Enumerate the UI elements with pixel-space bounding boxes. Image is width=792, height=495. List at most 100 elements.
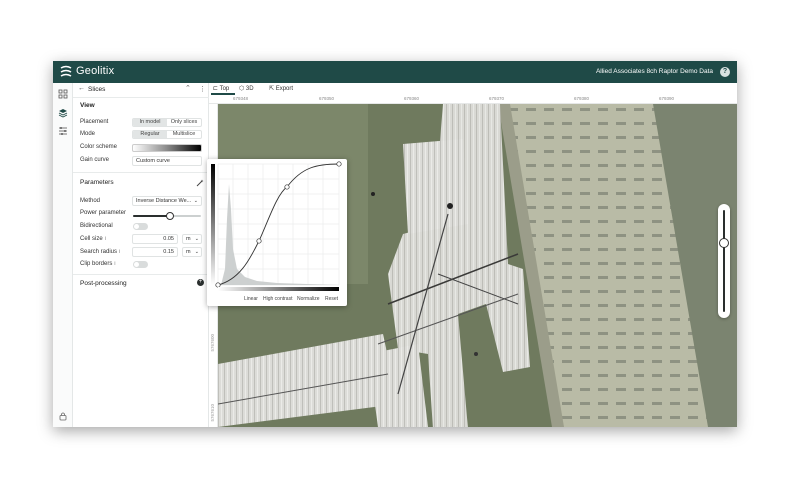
clip-borders-toggle[interactable] <box>133 261 148 268</box>
curve-histogram <box>221 184 339 285</box>
curve-normalize-button[interactable]: Normalize <box>297 296 320 302</box>
post-processing-heading: Post-processing <box>80 280 127 287</box>
title-bar: Geolitix Allied Associates 8ch Raptor De… <box>53 61 737 83</box>
chevron-down-icon: ⌄ <box>194 236 199 242</box>
geolitix-logo-icon <box>60 65 72 77</box>
method-select[interactable]: Inverse Distance We... ⌄ <box>132 196 202 206</box>
placement-option-only-slices[interactable]: Only slices <box>167 119 201 126</box>
divider <box>73 97 209 98</box>
cube-icon: ⬡ <box>239 86 245 92</box>
tab-3d[interactable]: ⬡ 3D <box>239 85 254 92</box>
tick-label: 679348 <box>233 96 249 101</box>
info-icon[interactable]: i <box>105 236 106 242</box>
depth-slider[interactable] <box>718 204 730 318</box>
map-tabs: ⊏ Top ⬡ 3D ⇱ Export <box>209 83 737 95</box>
mode-option-regular[interactable]: Regular <box>133 131 167 138</box>
scan-anomaly <box>371 192 375 196</box>
power-parameter-label: Power parameter <box>80 210 127 216</box>
app-window: Geolitix Allied Associates 8ch Raptor De… <box>53 61 737 427</box>
chevron-up-icon[interactable]: ⌃ <box>185 84 191 92</box>
cell-size-unit-select[interactable]: m ⌄ <box>182 234 202 244</box>
gain-curve-popup: Linear High contrast Normalize Reset <box>207 159 347 306</box>
color-scheme-swatch[interactable] <box>132 144 202 152</box>
divider <box>73 274 209 275</box>
magic-wand-icon[interactable] <box>196 179 204 187</box>
tick-label: 5767610 <box>210 404 215 422</box>
tab-export[interactable]: ⇱ Export <box>269 85 293 92</box>
mode-label: Mode <box>80 131 96 137</box>
curve-control-point[interactable] <box>336 161 342 167</box>
gain-curve-field[interactable]: Custom curve <box>132 156 202 166</box>
search-radius-unit: m <box>186 249 191 255</box>
scan-slice <box>403 139 468 234</box>
info-icon[interactable]: i <box>119 249 120 255</box>
more-menu-icon[interactable]: ⋮ <box>199 85 206 93</box>
sliders-icon[interactable] <box>58 126 68 136</box>
color-scheme-label: Color scheme <box>80 144 118 150</box>
crop-icon: ⊏ <box>213 86 219 92</box>
brand-name: Geolitix <box>76 65 115 77</box>
project-title[interactable]: Allied Associates 8ch Raptor Demo Data <box>596 68 713 75</box>
scan-slice <box>368 344 428 427</box>
bidirectional-label: Bidirectional <box>80 223 113 229</box>
panel-header: ← Slices ⌃ ⋮ <box>73 83 209 97</box>
curve-control-point[interactable] <box>215 282 221 288</box>
curve-gradient-bar <box>211 164 215 285</box>
tick-label: 679380 <box>574 96 590 101</box>
scan-anomaly <box>474 352 478 356</box>
method-value: Inverse Distance We... <box>136 198 192 204</box>
curve-high-contrast-button[interactable]: High contrast <box>263 296 292 302</box>
grid-icon[interactable] <box>58 89 68 99</box>
export-icon: ⇱ <box>269 86 275 92</box>
tab-top[interactable]: ⊏ Top <box>213 85 229 92</box>
cell-size-label: Cell size i <box>80 234 106 244</box>
tab-export-label: Export <box>275 86 294 92</box>
slices-panel: ← Slices ⌃ ⋮ View Placement In model Onl… <box>73 83 209 427</box>
left-rail <box>53 83 73 427</box>
power-slider-handle[interactable] <box>166 212 174 220</box>
clip-borders-label-text: Clip borders <box>80 261 113 267</box>
panel-title: Slices <box>88 86 106 93</box>
search-radius-input[interactable]: 0.15 <box>132 247 178 257</box>
tick-label: 679370 <box>489 96 505 101</box>
power-slider-fill <box>133 215 170 217</box>
bidirectional-toggle[interactable] <box>133 223 148 230</box>
depth-slider-handle[interactable] <box>719 237 729 248</box>
add-icon[interactable]: + <box>197 279 204 286</box>
gain-curve-editor[interactable] <box>207 159 347 306</box>
parameters-heading: Parameters <box>80 179 114 186</box>
scan-anomaly <box>447 203 453 209</box>
placement-toggle: In model Only slices <box>132 118 202 127</box>
help-icon[interactable]: ? <box>720 67 730 77</box>
search-radius-label-text: Search radius <box>80 249 118 255</box>
info-icon[interactable]: i <box>114 261 115 267</box>
search-radius-label: Search radius i <box>80 247 120 257</box>
tick-label: 5767600 <box>210 334 215 352</box>
tab-top-label: Top <box>219 86 230 92</box>
tick-label: 679390 <box>659 96 675 101</box>
mode-toggle: Regular Multislice <box>132 130 202 139</box>
layers-icon[interactable] <box>58 108 68 118</box>
curve-control-point[interactable] <box>256 238 262 244</box>
placement-label: Placement <box>80 119 109 125</box>
chevron-down-icon: ⌄ <box>194 249 199 255</box>
ruler-top: 679348 679350 679360 679370 679380 67939… <box>209 95 737 104</box>
method-label: Method <box>80 198 101 204</box>
power-slider[interactable] <box>133 212 201 220</box>
curve-control-point[interactable] <box>284 184 290 190</box>
lock-icon[interactable] <box>58 411 68 421</box>
curve-reset-button[interactable]: Reset <box>325 296 338 302</box>
gain-curve-label: Gain curve <box>80 157 110 163</box>
tick-label: 679360 <box>404 96 420 101</box>
search-radius-unit-select[interactable]: m ⌄ <box>182 247 202 257</box>
cell-size-unit: m <box>186 236 191 242</box>
back-arrow-icon[interactable]: ← <box>78 85 85 92</box>
divider <box>73 172 209 173</box>
tick-label: 679350 <box>319 96 335 101</box>
cell-size-input[interactable]: 0.05 <box>132 234 178 244</box>
curve-linear-button[interactable]: Linear <box>244 296 258 302</box>
tab-3d-label: 3D <box>245 86 254 92</box>
placement-option-in-model[interactable]: In model <box>133 119 167 126</box>
mode-option-multislice[interactable]: Multislice <box>167 131 201 138</box>
view-heading: View <box>80 102 95 109</box>
